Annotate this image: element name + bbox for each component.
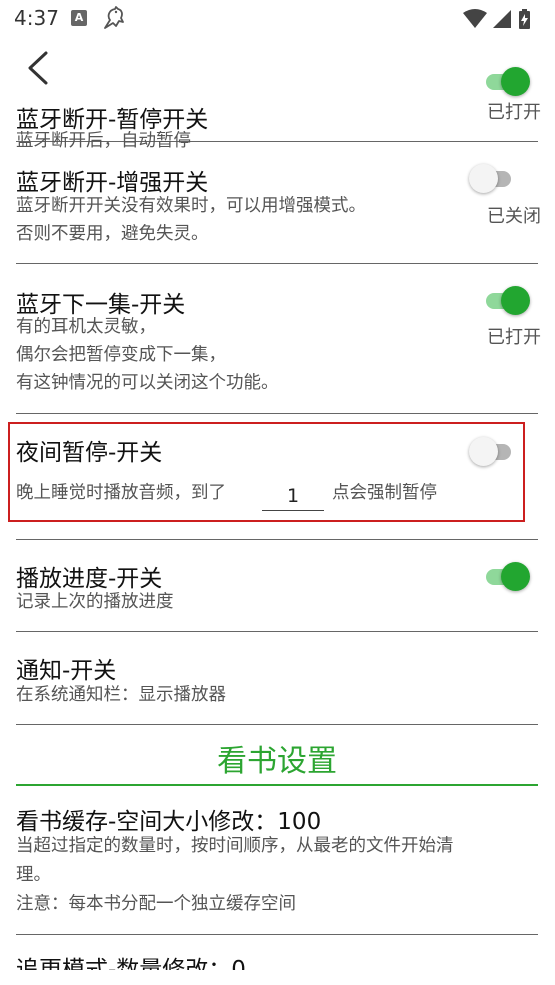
setting-row-notification[interactable]: 通知-开关 在系统通知栏：显示播放器 [16,631,538,725]
notification-a-icon: A [71,10,87,26]
setting-title: 通知-开关 [16,658,117,684]
bird-icon [104,6,124,29]
setting-row-bluetooth-enhanced[interactable]: 蓝牙断开-增强开关 蓝牙断开开关没有效果时，可以用增强模式。 否则不要用，避免失… [16,141,538,264]
setting-state-label: 已打开 [487,327,541,348]
setting-row-progress[interactable]: 播放进度-开关 记录上次的播放进度 [16,539,538,632]
section-heading-reading: 看书设置 [16,740,538,786]
setting-title: 蓝牙下一集-开关 [16,292,186,318]
setting-desc-line: 当超过指定的数量时，按时间顺序，从最老的文件开始清 [16,836,454,856]
playback-progress-toggle[interactable] [482,560,530,592]
setting-desc-line: 有这钟情况的可以关闭这个功能。 [16,373,279,393]
battery-charging-icon [519,9,530,29]
setting-desc-line: 在系统通知栏：显示播放器 [16,685,226,705]
setting-desc-line: 记录上次的播放进度 [16,592,174,612]
back-arrow-icon[interactable] [24,50,54,86]
setting-row-cache-size[interactable]: 看书缓存-空间大小修改：100 当超过指定的数量时，按时间顺序，从最老的文件开始… [16,784,538,935]
system-status-icons [463,9,530,29]
setting-desc-line: 理。 [16,865,51,885]
setting-desc-line: 否则不要用，避免失灵。 [16,224,209,244]
setting-state-label: 已关闭 [487,206,541,227]
night-pause-hour-input[interactable] [262,482,324,511]
setting-desc-line: 有的耳机太灵敏， [16,317,156,337]
setting-row-bluetooth-next[interactable]: 蓝牙下一集-开关 有的耳机太灵敏， 偶尔会把暂停变成下一集， 有这钟情况的可以关… [16,263,538,414]
bluetooth-next-toggle[interactable] [482,284,530,316]
setting-desc-line: 注意：每本书分配一个独立缓存空间 [16,894,296,914]
setting-title: 蓝牙断开-增强开关 [16,170,209,196]
status-time: 4:37 [14,6,59,30]
status-bar: 4:37 A [0,0,555,40]
bluetooth-enhanced-toggle[interactable] [469,162,517,194]
setting-desc-line: 偶尔会把暂停变成下一集， [16,345,226,365]
night-pause-toggle[interactable] [469,435,517,467]
setting-row-bluetooth-pause[interactable]: 蓝牙断开-暂停开关 蓝牙断开后，自动暂停 [16,40,538,151]
cell-signal-icon [493,10,511,28]
setting-title-partial[interactable]: 追更模式-数量修改：0 [16,950,246,970]
setting-title: 看书缓存-空间大小修改：100 [16,809,322,835]
settings-list[interactable]: 蓝牙断开-暂停开关 蓝牙断开后，自动暂停 蓝牙断开-增强开关 蓝牙断开开关没有效… [0,40,555,970]
setting-state-label: 已打开 [487,102,541,123]
setting-title: 播放进度-开关 [16,566,163,592]
setting-desc-line: 蓝牙断开开关没有效果时，可以用增强模式。 [16,196,366,216]
bluetooth-pause-toggle[interactable] [482,65,530,97]
wifi-icon [463,9,487,28]
